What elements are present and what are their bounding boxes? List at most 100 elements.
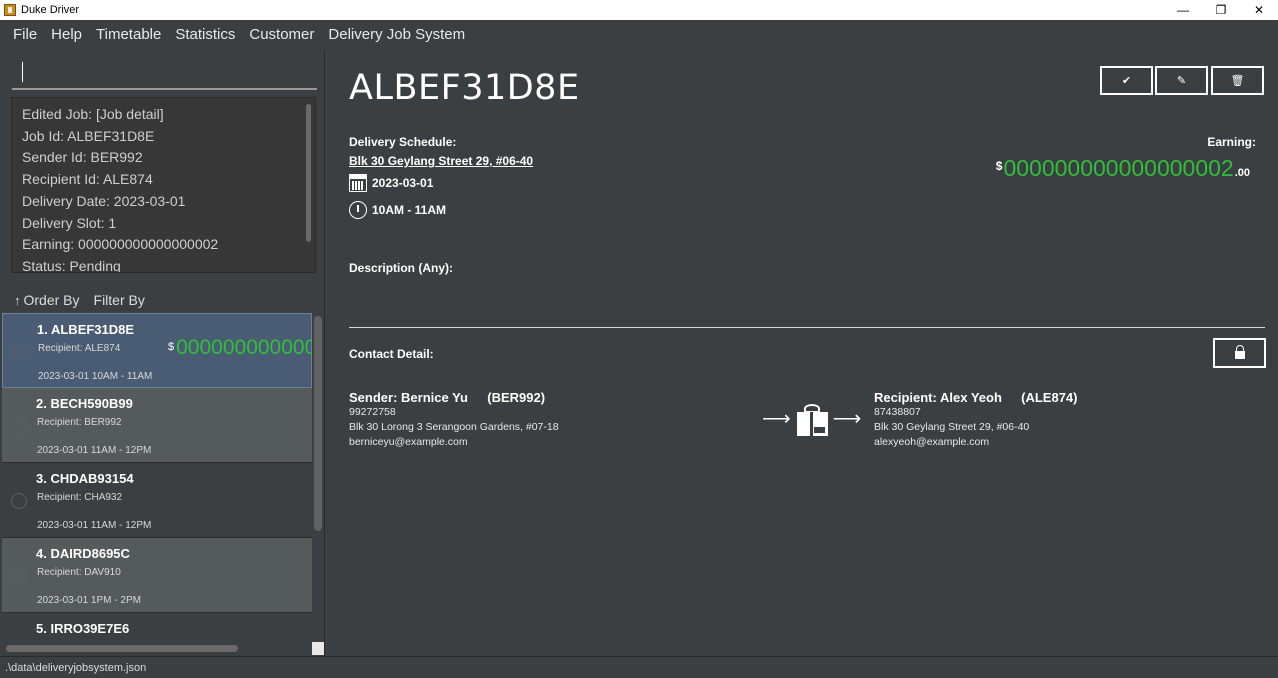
result-line: Status: Pending <box>22 257 121 273</box>
earning-label: Earning: <box>1207 135 1256 149</box>
trash-icon: 🗑 <box>1230 75 1245 87</box>
earning-amount: 000000000000000002 <box>176 336 312 359</box>
section-divider <box>349 327 1265 328</box>
description-label: Description (Any): <box>349 261 454 275</box>
order-by-button[interactable]: Order By <box>24 292 80 308</box>
result-line: Recipient Id: ALE874 <box>22 171 153 188</box>
job-card-recipient: Recipient: DAV910 <box>37 567 121 578</box>
recipient-name: Alex Yeoh <box>939 390 1002 405</box>
currency-symbol: $ <box>168 341 175 353</box>
maximize-button[interactable]: ❐ <box>1202 0 1240 20</box>
menu-bar: File Help Timetable Statistics Customer … <box>0 20 1278 50</box>
sender-contact: Sender: Bernice Yu (BER992) 99272758 Blk… <box>349 390 559 450</box>
job-list: 1. ALBEF31D8E Recipient: ALE874 2023-03-… <box>2 313 312 643</box>
recipient-contact: Recipient: Alex Yeoh (ALE874) 87438807 B… <box>874 390 1078 450</box>
menu-delivery-job-system[interactable]: Delivery Job System <box>321 20 472 50</box>
sender-role-label: Sender: <box>349 390 398 405</box>
recipient-phone: 87438807 <box>874 406 921 418</box>
menu-help[interactable]: Help <box>44 20 89 50</box>
text-caret <box>22 62 23 82</box>
arrow-right-icon: ⟶ <box>762 408 791 430</box>
job-card[interactable]: 4. DAIRD8695C Recipient: DAV910 2023-03-… <box>2 538 312 613</box>
delivery-date-row: 2023-03-01 <box>349 174 433 192</box>
result-display: Edited Job: [Job detail] Job Id: ALBEF31… <box>11 97 316 273</box>
job-id-heading: ALBEF31D8E <box>349 68 580 108</box>
job-card-date: 2023-03-01 10AM - 11AM <box>38 371 153 382</box>
job-select-radio[interactable] <box>11 493 27 509</box>
result-line: Delivery Date: 2023-03-01 <box>22 192 186 209</box>
parcel-icon <box>795 404 829 436</box>
filter-by-button[interactable]: Filter By <box>94 292 145 308</box>
sender-email: berniceyu@example.com <box>349 436 468 448</box>
job-card-title: 1. ALBEF31D8E <box>37 322 135 337</box>
recipient-heading: Recipient: Alex Yeoh (ALE874) <box>874 390 1078 405</box>
job-list-vertical-scrollbar[interactable] <box>314 316 322 531</box>
title-bar: Duke Driver — ❐ ✕ <box>0 0 1278 20</box>
recipient-id: (ALE874) <box>1021 390 1078 405</box>
job-card[interactable]: 5. IRRO39E7E6 <box>2 613 312 643</box>
job-detail-panel: ALBEF31D8E ✔ ✎ 🗑 Delivery Schedule: Blk … <box>326 50 1278 656</box>
delete-job-button[interactable]: 🗑 <box>1211 66 1264 95</box>
earning-cents: .00 <box>1234 167 1250 179</box>
lock-button[interactable] <box>1213 338 1266 368</box>
delivery-time: 10AM - 11AM <box>372 203 447 217</box>
currency-symbol: $ <box>995 159 1003 173</box>
earning-amount: 000000000000000002 <box>1003 155 1234 181</box>
result-line: Job Id: ALBEF31D8E <box>22 127 155 144</box>
close-button[interactable]: ✕ <box>1240 0 1278 20</box>
menu-file[interactable]: File <box>6 20 44 50</box>
job-card-recipient: Recipient: BER992 <box>37 417 122 428</box>
sender-id: (BER992) <box>487 390 546 405</box>
clock-icon <box>349 201 367 219</box>
job-card[interactable]: 1. ALBEF31D8E Recipient: ALE874 2023-03-… <box>2 313 312 388</box>
job-card-recipient: Recipient: CHA932 <box>37 492 123 503</box>
job-card-title: 2. BECH590B99 <box>36 396 133 411</box>
job-card-title: 3. CHDAB93154 <box>36 471 134 486</box>
save-file-path: .\data\deliveryjobsystem.json <box>5 662 147 674</box>
minimize-button[interactable]: — <box>1164 0 1202 20</box>
job-select-radio[interactable] <box>12 344 28 360</box>
pencil-icon: ✎ <box>1176 75 1187 87</box>
job-list-horizontal-scrollbar[interactable] <box>6 645 238 652</box>
job-select-radio[interactable] <box>11 418 27 434</box>
job-card-title: 5. IRRO39E7E6 <box>36 621 130 636</box>
check-icon: ✔ <box>1121 75 1132 87</box>
delivery-date: 2023-03-01 <box>372 176 434 190</box>
sender-heading: Sender: Bernice Yu (BER992) <box>349 390 559 405</box>
job-card-date: 2023-03-01 11AM - 12PM <box>37 520 152 531</box>
result-line: Earning: 000000000000000002 <box>22 236 219 253</box>
result-lines: Edited Job: [Job detail] Job Id: ALBEF31… <box>12 98 315 273</box>
job-card-date: 2023-03-01 11AM - 12PM <box>37 445 152 456</box>
result-scrollbar[interactable] <box>306 104 311 242</box>
calendar-icon <box>349 174 367 192</box>
result-line: Sender Id: BER992 <box>22 149 143 166</box>
job-card-recipient: Recipient: ALE874 <box>38 343 121 354</box>
job-select-radio[interactable] <box>11 568 27 584</box>
contact-detail-label: Contact Detail: <box>349 347 434 361</box>
recipient-address: Blk 30 Geylang Street 29, #06-40 <box>874 421 1030 433</box>
earning-value: $000000000000000002.00 <box>996 155 1250 182</box>
job-card[interactable]: 2. BECH590B99 Recipient: BER992 2023-03-… <box>2 388 312 463</box>
sender-phone: 99272758 <box>349 406 396 418</box>
mark-complete-button[interactable]: ✔ <box>1100 66 1153 95</box>
command-input[interactable] <box>12 58 317 90</box>
edit-job-button[interactable]: ✎ <box>1155 66 1208 95</box>
arrow-right-icon: ⟶ <box>832 408 862 430</box>
job-card[interactable]: 3. CHDAB93154 Recipient: CHA932 2023-03-… <box>2 463 312 538</box>
delivery-time-row: 10AM - 11AM <box>349 201 446 219</box>
status-bar: .\data\deliveryjobsystem.json <box>0 656 1278 678</box>
job-card-title: 4. DAIRD8695C <box>36 546 130 561</box>
left-panel: Edited Job: [Job detail] Job Id: ALBEF31… <box>0 50 325 656</box>
menu-timetable[interactable]: Timetable <box>89 20 168 50</box>
lock-icon <box>1234 345 1245 359</box>
app-window: Duke Driver — ❐ ✕ File Help Timetable St… <box>0 0 1278 678</box>
menu-statistics[interactable]: Statistics <box>168 20 242 50</box>
scroll-corner <box>312 642 324 655</box>
delivery-address-link[interactable]: Blk 30 Geylang Street 29, #06-40 <box>349 154 533 168</box>
recipient-role-label: Recipient: <box>874 390 937 405</box>
sender-address: Blk 30 Lorong 3 Serangoon Gardens, #07-1… <box>349 421 559 433</box>
menu-customer[interactable]: Customer <box>242 20 321 50</box>
window-title: Duke Driver <box>21 4 80 16</box>
list-controls: ↑ Order By Filter By <box>14 290 145 310</box>
sort-arrow-icon[interactable]: ↑ <box>14 293 21 308</box>
